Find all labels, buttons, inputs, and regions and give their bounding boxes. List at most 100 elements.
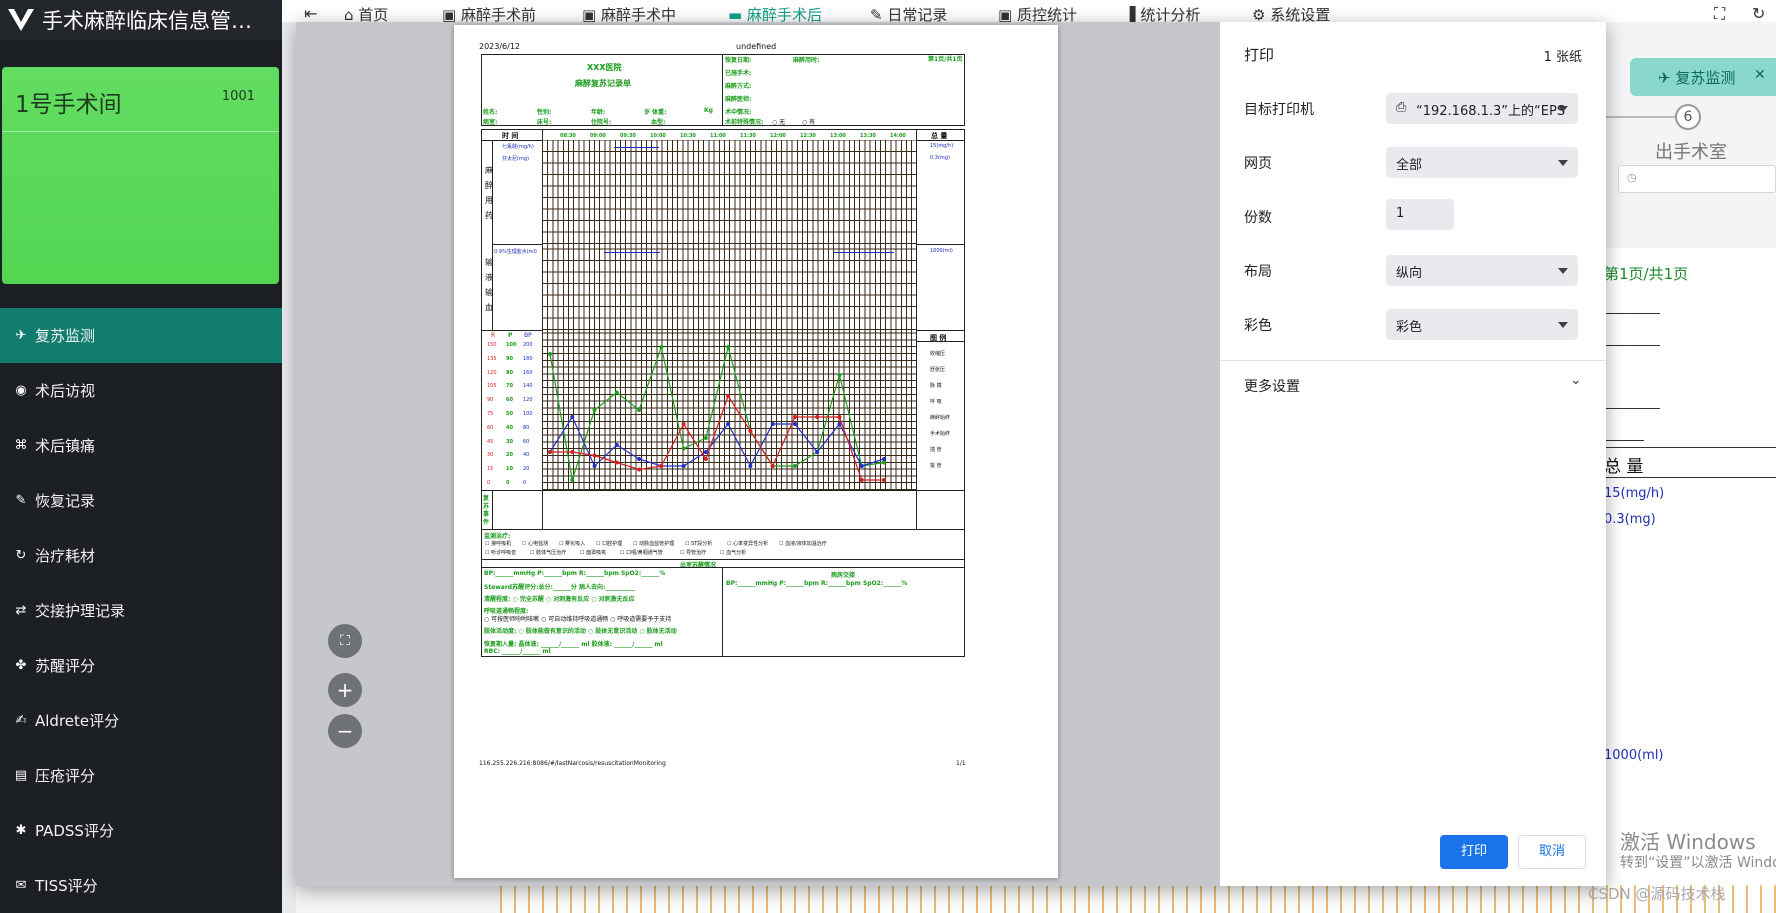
exit-rbc: RBC: ______/______ ml [484,648,551,655]
sidebar-item-recovery-monitor[interactable]: ✈ 复苏监测 [0,308,282,363]
nav-post-op[interactable]: ▬ 麻醉手术后 [728,4,822,22]
nav-label: 麻醉手术中 [600,6,676,22]
field-admission: 住院号: [591,119,612,126]
fit-page-button[interactable]: ⛶ [328,624,362,658]
room-card[interactable]: 1号手术间 1001 [2,67,279,284]
nav-home[interactable]: ⌂ 首页 [344,4,388,22]
bg-total-value: 1000(ml) [1604,748,1664,763]
time-input[interactable]: ◷ [1618,165,1776,193]
sidebar-item-pressure[interactable]: ▤ 压疮评分 [0,748,282,803]
monitor-option: ☐ 口咽/鼻咽通气管 [620,550,663,556]
sidebar: 手术麻醉临床信息管… 1号手术间 1001 ✈ 复苏监测 ◉ 术后访视 ⌘ 术后… [0,0,282,913]
axis-tick-p: 50 [506,411,513,417]
time-label: 11:30 [740,133,756,139]
legend-rule [916,341,965,342]
gear-icon: ⚙ [1252,6,1271,22]
axis-tick-r: 90 [487,397,494,404]
time-label: 13:00 [830,133,846,139]
time-label: 10:30 [680,133,696,139]
color-select[interactable]: 彩色 [1386,309,1578,340]
fluid-total-1: 1000(ml) [930,248,953,254]
nav-quality-stats[interactable]: ▣ 质控统计 [998,4,1077,22]
axis-tick-bp: 200 [523,342,533,348]
activate-windows-title: 激活 Windows [1620,830,1756,854]
axis-tick-r: 45 [487,438,494,445]
series-point [703,457,708,461]
nav-pre-op[interactable]: ▣ 麻醉手术前 [442,4,536,22]
sidebar-item-label: 复苏监测 [35,327,96,345]
fluid-side-2: 液 [485,273,493,282]
pages-select[interactable]: 全部 [1386,147,1578,178]
sidebar-item-handover[interactable]: ⇄ 交接护理记录 [0,583,282,638]
more-settings-toggle[interactable]: 更多设置 [1244,376,1300,396]
print-title: 打印 [1244,46,1275,64]
sidebar-item-tiss[interactable]: ✉ TISS评分 [0,858,282,913]
axis-tick-bp: 40 [523,452,530,459]
bg-rule [1604,440,1644,441]
exit-divider [722,567,723,657]
zoom-out-button[interactable]: − [328,714,362,748]
sidebar-item-postop-visit[interactable]: ◉ 术后访视 [0,363,282,418]
opt-none-label: 无 [779,119,786,126]
print-button[interactable]: 打印 [1440,835,1508,869]
nav-intra-op[interactable]: ▣ 麻醉手术中 [582,4,676,22]
sidebar-item-recovery-record[interactable]: ✎ 恢复记录 [0,473,282,528]
close-icon[interactable]: ✕ [1754,67,1766,83]
drug-side-3: 用 [485,196,493,205]
layout-select[interactable]: 纵向 [1386,255,1578,286]
pressure-icon: ▤ [14,768,28,783]
sidebar-item-wake-score[interactable]: ✤ 苏醒评分 [0,638,282,693]
info-divider [722,54,723,126]
zoom-in-button[interactable]: + [328,673,362,707]
field-ward: 病室: [483,119,498,126]
room-name: 1号手术间 [15,92,122,118]
cancel-button[interactable]: 取消 [1518,835,1586,869]
step-label: 出手术室 [1655,142,1727,163]
eye-icon: ◉ [15,383,27,398]
sidebar-item-postop-analgesia[interactable]: ⌘ 术后镇痛 [0,418,282,473]
refresh-icon[interactable]: ↻ [1752,4,1765,22]
brand-bar: 手术麻醉临床信息管… [0,0,282,40]
asterisk-icon: ✱ [15,823,27,838]
collapse-menu-icon[interactable]: ⇤ [304,4,317,22]
sidebar-item-aldrete[interactable]: ✍ Aldrete评分 [0,693,282,748]
series-point [614,390,619,395]
fullscreen-icon[interactable]: ⛶ [1714,4,1725,22]
series-point [548,450,552,454]
sidebar-item-label: Aldrete评分 [35,712,120,730]
monitor-title: 监测治疗: [484,533,511,540]
chevron-down-icon[interactable]: ⌄ [1570,372,1582,388]
exit-steward: Steward苏醒评分:总分:______分 病人去向:__________ [484,584,636,591]
copies-input[interactable]: 1 [1386,199,1454,230]
axis-tick-bp: 140 [523,383,533,390]
series-point [882,460,886,465]
nav-daily-record[interactable]: ✎ 日常记录 [870,4,947,22]
bg-rule [1604,313,1660,314]
print-date: 2023/6/12 [479,42,521,51]
series-point [570,415,575,419]
series-point [748,464,753,468]
field-age: 年龄: [591,109,606,116]
drug-bar-1 [614,147,659,148]
opt-none: ○ 无 [772,119,786,126]
sidebar-item-padss[interactable]: ✱ PADSS评分 [0,803,282,858]
series-point [770,464,775,468]
chevron-down-icon [1558,268,1568,274]
axis-tick-bp: 0 [523,480,527,486]
printer-icon: ⎙ [1396,100,1407,115]
nav-stat-analysis[interactable]: ▐ 统计分析 [1124,4,1200,22]
field-recovery-date: 恢复日期: [725,57,752,64]
series-point [726,394,731,398]
series-point [614,443,619,447]
time-label: 10:00 [650,133,666,139]
fluid-side-4: 血 [485,303,493,312]
chevron-down-icon [1558,160,1568,166]
printer-select[interactable]: ⎙ “192.168.1.3”上的“EPS [1386,93,1578,124]
bg-total-value: 15(mg/h) [1604,486,1665,501]
monitor-option: ☐ 导管治疗 [680,550,707,556]
axis-header: R [491,332,496,339]
nav-system-settings[interactable]: ⚙ 系统设置 [1252,4,1330,22]
legend-item: 脉 搏 [930,383,942,389]
sidebar-item-consumables[interactable]: ↻ 治疗耗材 [0,528,282,583]
pen-icon: ✎ [870,6,888,22]
